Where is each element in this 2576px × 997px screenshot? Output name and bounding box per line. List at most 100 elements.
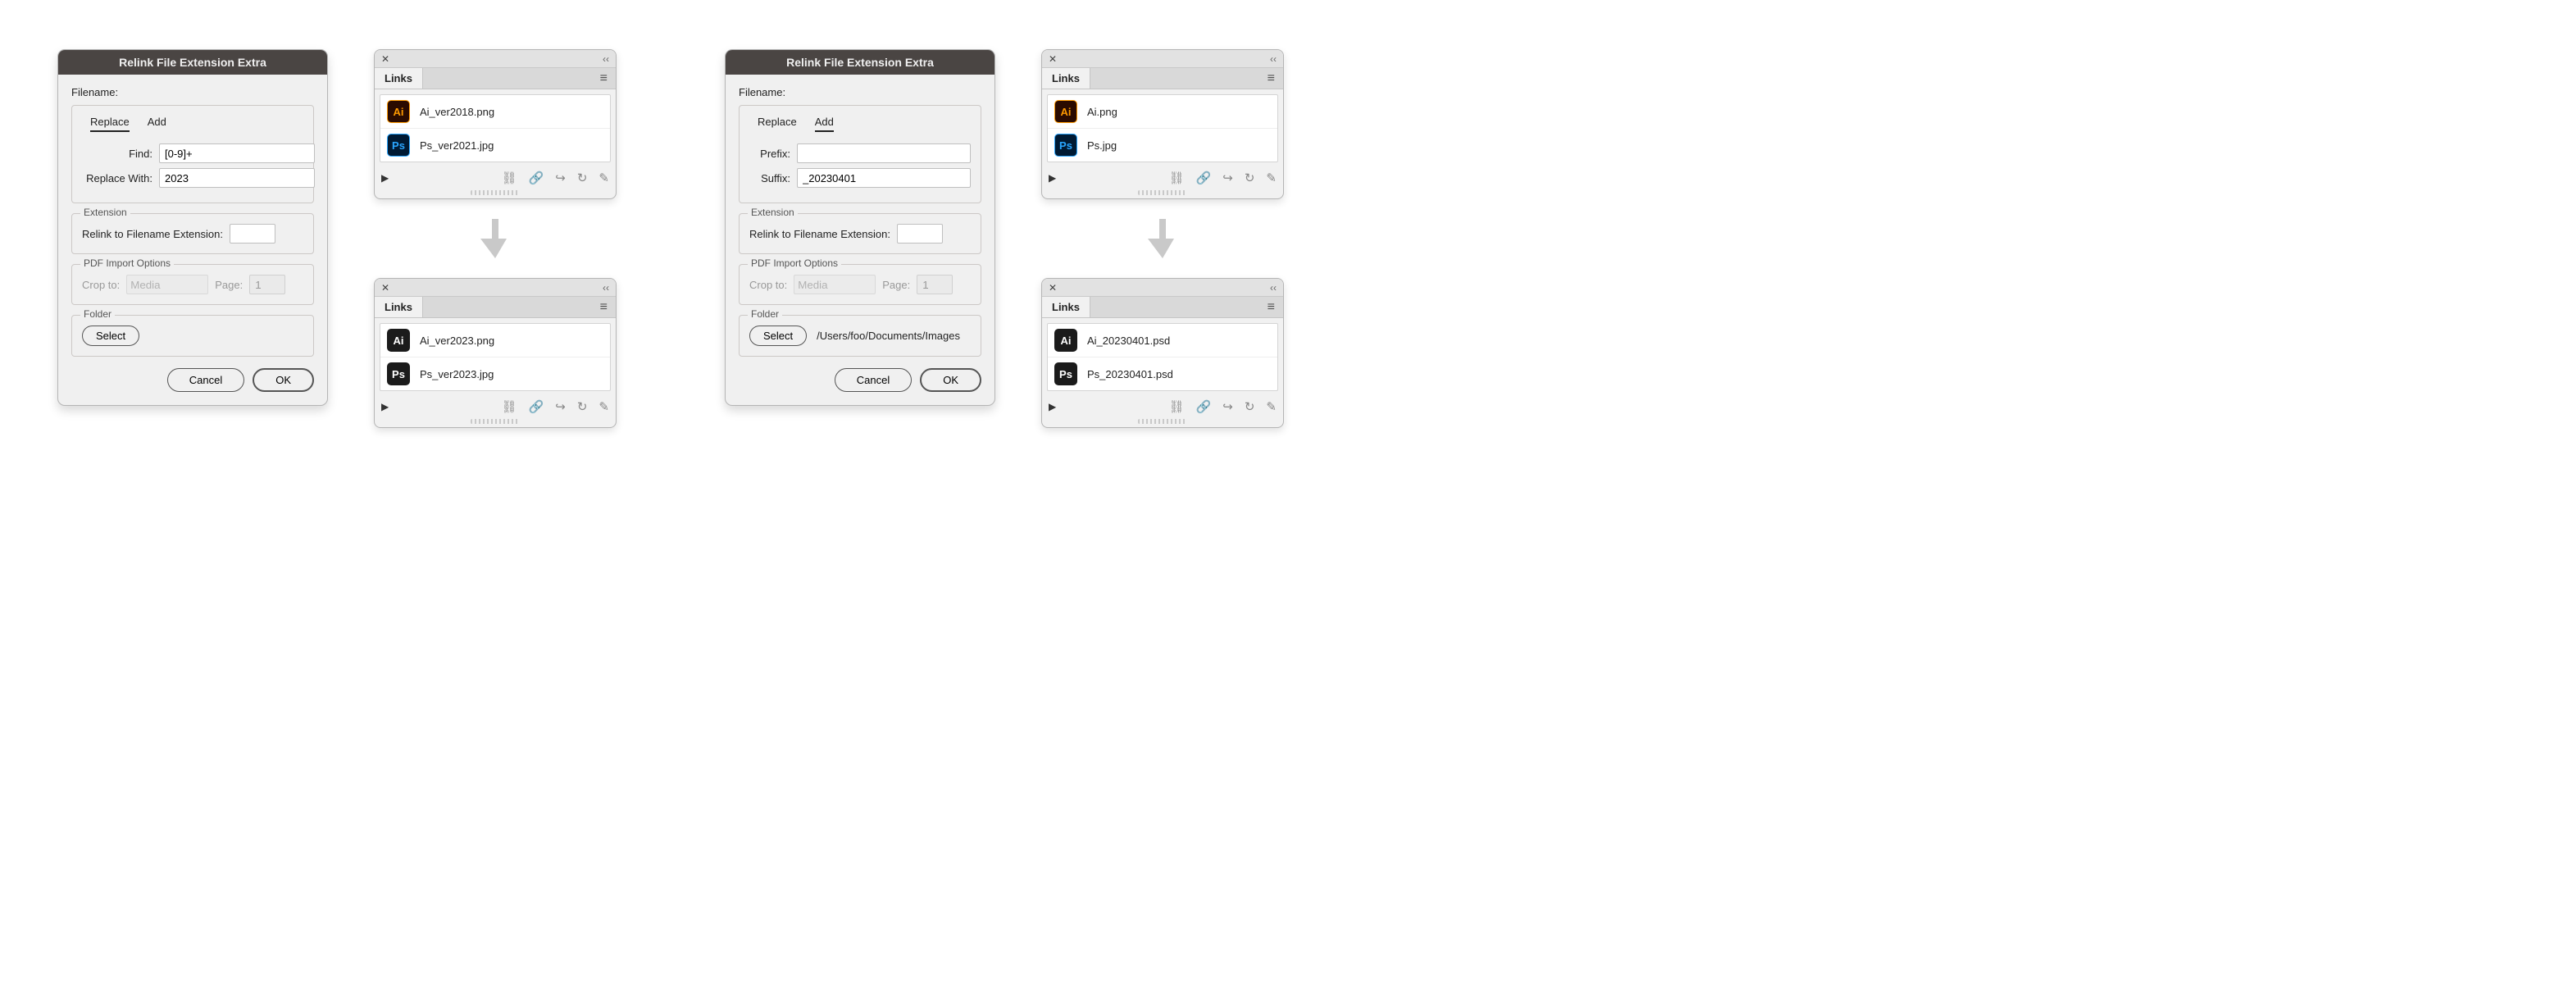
link-icon[interactable]: 🔗: [1196, 399, 1212, 414]
folder-path: /Users/foo/Documents/Images: [817, 330, 960, 342]
refresh-icon[interactable]: ↻: [577, 399, 588, 414]
links-list: AiAi_20230401.psdPsPs_20230401.psd: [1047, 323, 1278, 391]
links-tab[interactable]: Links: [1042, 68, 1090, 89]
extension-input[interactable]: [230, 224, 275, 244]
collapse-icon[interactable]: ‹‹: [603, 53, 609, 65]
prefix-input[interactable]: [797, 143, 971, 163]
ok-button[interactable]: OK: [920, 368, 981, 392]
panel-menu-icon[interactable]: ≡: [1259, 300, 1283, 315]
extension-group-title: Extension: [80, 207, 130, 218]
expand-icon[interactable]: ▶: [1049, 401, 1056, 412]
expand-icon[interactable]: ▶: [381, 401, 389, 412]
collapse-icon[interactable]: ‹‹: [1270, 53, 1277, 65]
crop-to-label: Crop to:: [82, 279, 120, 291]
pdf-group-title: PDF Import Options: [748, 257, 841, 269]
close-icon[interactable]: ✕: [1049, 54, 1057, 64]
panel-menu-icon[interactable]: ≡: [592, 300, 616, 315]
relink-icon[interactable]: ⛓: [502, 171, 517, 185]
links-panel-after-2: ✕ ‹‹ Links ≡ AiAi_20230401.psdPsPs_20230…: [1041, 278, 1284, 428]
goto-icon[interactable]: ↪: [555, 171, 566, 185]
cancel-button[interactable]: Cancel: [835, 368, 912, 392]
cancel-button[interactable]: Cancel: [167, 368, 244, 392]
expand-icon[interactable]: ▶: [1049, 172, 1056, 184]
tab-replace[interactable]: Replace: [758, 116, 797, 132]
collapse-icon[interactable]: ‹‹: [603, 282, 609, 294]
collapse-icon[interactable]: ‹‹: [1270, 282, 1277, 294]
link-icon[interactable]: 🔗: [1196, 171, 1212, 185]
ok-button[interactable]: OK: [253, 368, 314, 392]
folder-select-button[interactable]: Select: [82, 326, 139, 346]
prefix-label: Prefix:: [749, 148, 790, 160]
relink-icon[interactable]: ⛓: [1169, 171, 1185, 185]
goto-icon[interactable]: ↪: [555, 399, 566, 414]
expand-icon[interactable]: ▶: [381, 172, 389, 184]
links-panel-before-2: ✕ ‹‹ Links ≡ AiAi.pngPsPs.jpg ▶ ⛓ 🔗 ↪ ↻ …: [1041, 49, 1284, 199]
folder-select-button[interactable]: Select: [749, 326, 807, 346]
relink-dialog-replace: Relink File Extension Extra Filename: Re…: [57, 49, 328, 406]
suffix-label: Suffix:: [749, 172, 790, 184]
crop-to-select: Media: [126, 275, 208, 294]
down-arrow-icon: [1148, 219, 1177, 258]
folder-group-title: Folder: [80, 308, 115, 320]
ps-app-icon: Ps: [1054, 134, 1077, 157]
resize-grip[interactable]: [471, 190, 520, 195]
find-label: Find:: [82, 148, 152, 160]
links-tab[interactable]: Links: [375, 68, 423, 89]
resize-grip[interactable]: [1138, 419, 1187, 424]
link-item[interactable]: AiAi.png: [1048, 95, 1277, 128]
suffix-input[interactable]: [797, 168, 971, 188]
panel-menu-icon[interactable]: ≡: [592, 71, 616, 86]
goto-icon[interactable]: ↪: [1222, 171, 1233, 185]
goto-icon[interactable]: ↪: [1222, 399, 1233, 414]
resize-grip[interactable]: [471, 419, 520, 424]
refresh-icon[interactable]: ↻: [1245, 171, 1255, 185]
tab-add[interactable]: Add: [815, 116, 834, 132]
link-item[interactable]: PsPs_ver2021.jpg: [380, 128, 610, 162]
panel-menu-icon[interactable]: ≡: [1259, 71, 1283, 86]
link-filename: Ai_ver2018.png: [420, 106, 494, 118]
edit-icon[interactable]: ✎: [1266, 399, 1277, 414]
relink-icon[interactable]: ⛓: [1169, 399, 1185, 414]
close-icon[interactable]: ✕: [381, 54, 389, 64]
edit-icon[interactable]: ✎: [598, 399, 609, 414]
filename-label: Filename:: [71, 86, 314, 98]
links-panel-after-1: ✕ ‹‹ Links ≡ AiAi_ver2023.pngPsPs_ver202…: [374, 278, 617, 428]
folder-group-title: Folder: [748, 308, 782, 320]
link-item[interactable]: PsPs_20230401.psd: [1048, 357, 1277, 390]
close-icon[interactable]: ✕: [381, 283, 389, 293]
link-item[interactable]: AiAi_ver2023.png: [380, 324, 610, 357]
page-label: Page:: [215, 279, 243, 291]
ai-app-icon: Ai: [1054, 100, 1077, 123]
find-input[interactable]: [159, 143, 315, 163]
edit-icon[interactable]: ✎: [1266, 171, 1277, 185]
refresh-icon[interactable]: ↻: [1245, 399, 1255, 414]
page-input: [249, 275, 285, 294]
link-filename: Ps.jpg: [1087, 139, 1117, 152]
tab-add[interactable]: Add: [148, 116, 166, 132]
link-item[interactable]: AiAi_ver2018.png: [380, 95, 610, 128]
links-panel-before-1: ✕ ‹‹ Links ≡ AiAi_ver2018.pngPsPs_ver202…: [374, 49, 617, 199]
page-label: Page:: [882, 279, 910, 291]
link-icon[interactable]: 🔗: [529, 171, 544, 185]
link-item[interactable]: AiAi_20230401.psd: [1048, 324, 1277, 357]
close-icon[interactable]: ✕: [1049, 283, 1057, 293]
edit-icon[interactable]: ✎: [598, 171, 609, 185]
dialog-title: Relink File Extension Extra: [726, 50, 994, 75]
crop-to-select: Media: [794, 275, 876, 294]
tab-replace[interactable]: Replace: [90, 116, 130, 132]
ps-app-icon: Ps: [1054, 362, 1077, 385]
link-item[interactable]: Ps Ps.jpg: [1048, 128, 1277, 162]
link-icon[interactable]: 🔗: [529, 399, 544, 414]
links-tab[interactable]: Links: [375, 297, 423, 317]
extension-input[interactable]: [897, 224, 943, 244]
link-item[interactable]: PsPs_ver2023.jpg: [380, 357, 610, 390]
relink-icon[interactable]: ⛓: [502, 399, 517, 414]
ps-app-icon: Ps: [387, 134, 410, 157]
resize-grip[interactable]: [1138, 190, 1187, 195]
extension-label: Relink to Filename Extension:: [749, 228, 890, 240]
links-tab[interactable]: Links: [1042, 297, 1090, 317]
refresh-icon[interactable]: ↻: [577, 171, 588, 185]
filename-label: Filename:: [739, 86, 981, 98]
replace-with-input[interactable]: [159, 168, 315, 188]
links-list: AiAi_ver2018.pngPsPs_ver2021.jpg: [380, 94, 611, 162]
